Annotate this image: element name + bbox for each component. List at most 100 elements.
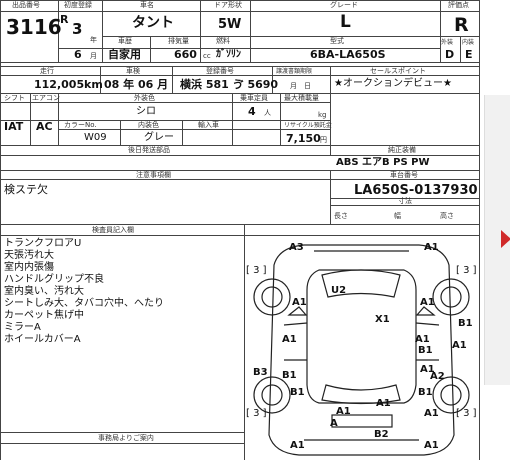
usage: 自家用 bbox=[108, 48, 141, 61]
sales-point-label: セールスポイント bbox=[370, 67, 426, 75]
size-width: 幅 bbox=[394, 212, 401, 220]
recycle-unit: 円 bbox=[320, 136, 327, 144]
lot-label: 出品番号 bbox=[12, 1, 40, 9]
inspector-line: 室内内張傷 bbox=[4, 262, 54, 273]
damage-mark: A2 bbox=[430, 371, 445, 382]
ext-label: 外装 bbox=[441, 39, 454, 46]
wheel-bracket: [ 3 ] bbox=[456, 408, 477, 419]
damage-mark: A3 bbox=[289, 242, 304, 253]
mileage-label: 走行 bbox=[40, 67, 54, 75]
year-label: 初度登録 bbox=[64, 1, 92, 9]
inspector-line: 室内臭い、汚れ大 bbox=[4, 286, 84, 297]
model-label: 型式 bbox=[330, 37, 344, 45]
recycle: 7,150 bbox=[286, 132, 321, 145]
damage-mark: B2 bbox=[374, 429, 389, 440]
car-name: タント bbox=[132, 15, 174, 31]
damage-mark: A1 bbox=[336, 406, 351, 417]
damage-mark: B1 bbox=[418, 345, 433, 356]
inspector-line: トランクフロアU bbox=[4, 238, 82, 249]
ext-grade: D bbox=[445, 48, 455, 61]
ac-label: エアコン bbox=[32, 94, 60, 102]
notes-text: 検ステ欠 bbox=[4, 183, 48, 196]
size-length: 長さ bbox=[334, 212, 348, 220]
int-color: グレー bbox=[144, 132, 174, 143]
damage-mark: A bbox=[330, 418, 338, 429]
damage-mark: U2 bbox=[331, 285, 347, 296]
score-label: 評価点 bbox=[448, 1, 469, 9]
wheel-bracket: [ 3 ] bbox=[246, 408, 267, 419]
damage-mark: A1 bbox=[376, 398, 391, 409]
legal-label: 後日発送部品 bbox=[128, 146, 170, 154]
damage-mark: A1 bbox=[282, 334, 297, 345]
damage-mark: A1 bbox=[424, 242, 439, 253]
load-label: 最大積載量 bbox=[284, 94, 319, 102]
usage-label: 車歴 bbox=[118, 37, 132, 45]
month: 6 bbox=[74, 48, 82, 61]
next-panel[interactable] bbox=[484, 95, 510, 385]
score: R bbox=[454, 14, 469, 36]
next-arrow-icon[interactable] bbox=[501, 230, 510, 248]
chassis-number: LA650S-0137930 bbox=[354, 183, 478, 198]
year-unit: 年 bbox=[90, 36, 97, 44]
color-label: 外装色 bbox=[134, 94, 155, 102]
damage-mark: A1 bbox=[290, 440, 305, 451]
transfer: 月 日 bbox=[290, 82, 311, 90]
size-height: 高さ bbox=[440, 212, 454, 220]
month-unit: 月 bbox=[90, 52, 97, 60]
car-outline bbox=[253, 244, 470, 456]
int-grade: E bbox=[465, 48, 473, 61]
mileage: 112,005 bbox=[34, 78, 85, 91]
seats-unit: 人 bbox=[264, 109, 271, 117]
damage-mark: B3 bbox=[253, 367, 268, 378]
mileage-unit: km bbox=[84, 78, 103, 91]
seats: 4 bbox=[248, 105, 256, 118]
damage-mark: A1 bbox=[415, 334, 430, 345]
fuel-label: 燃料 bbox=[216, 37, 230, 45]
int-label: 内装 bbox=[462, 39, 475, 46]
doors: 5W bbox=[218, 17, 242, 32]
damage-mark: A1 bbox=[424, 440, 439, 451]
fuel: ｶﾞｿﾘﾝ bbox=[216, 49, 241, 60]
color-no-label: カラーNo. bbox=[64, 121, 97, 129]
damage-mark: A1 bbox=[452, 340, 467, 351]
wheel-bracket: [ 3 ] bbox=[456, 265, 477, 276]
int-color-label: 内装色 bbox=[138, 121, 159, 129]
inspector-label: 検査員記入欄 bbox=[92, 226, 134, 234]
ac: AC bbox=[36, 120, 53, 133]
plate-label: 登録番号 bbox=[206, 67, 234, 75]
chassis-label: 車台番号 bbox=[390, 171, 418, 179]
inspection: 08 年 06 月 bbox=[104, 78, 169, 91]
inspector-line: 天張汚れ大 bbox=[4, 250, 54, 261]
grade: L bbox=[340, 12, 351, 32]
inspector-line: カーペット焦げ中 bbox=[4, 310, 84, 321]
inspector-line: ハンドルグリップ不良 bbox=[4, 274, 104, 285]
color-no: W09 bbox=[84, 132, 107, 143]
damage-mark: A1 bbox=[424, 408, 439, 419]
damage-mark: X1 bbox=[375, 314, 390, 325]
office-label: 事務局よりご案内 bbox=[98, 434, 154, 442]
wheel-bracket: [ 3 ] bbox=[246, 265, 267, 276]
inspector-line: ホイールカバーA bbox=[4, 334, 81, 345]
color: シロ bbox=[136, 106, 156, 117]
inspector-line: シートしみ大、タバコ穴中、へたり bbox=[4, 298, 164, 309]
model: 6BA-LA650S bbox=[310, 48, 386, 61]
inspection-label: 車検 bbox=[126, 67, 140, 75]
damage-mark: B1 bbox=[290, 387, 305, 398]
transfer-label: 譲渡書類期限 bbox=[276, 68, 313, 75]
damage-mark: B1 bbox=[458, 318, 473, 329]
car-name-label: 車名 bbox=[140, 1, 154, 9]
doors-label: ドア形状 bbox=[214, 1, 242, 9]
damage-mark: B1 bbox=[282, 370, 297, 381]
displacement-unit: cc bbox=[203, 52, 211, 60]
lot-number: 3116 bbox=[6, 15, 62, 39]
year: 3 bbox=[72, 20, 83, 38]
equipment: ABS エアB PS PW bbox=[336, 157, 430, 168]
shift-label: シフト bbox=[4, 94, 25, 102]
damage-mark: A1 bbox=[292, 297, 307, 308]
plate: 横浜 581 ゔ 5690 bbox=[180, 78, 279, 91]
import-label: 輸入車 bbox=[198, 121, 219, 129]
displacement-label: 排気量 bbox=[168, 37, 189, 45]
recycle-label: リサイクル預託金 bbox=[284, 122, 332, 129]
size-label: 寸法 bbox=[398, 197, 412, 205]
seats-label: 乗車定員 bbox=[240, 94, 268, 102]
